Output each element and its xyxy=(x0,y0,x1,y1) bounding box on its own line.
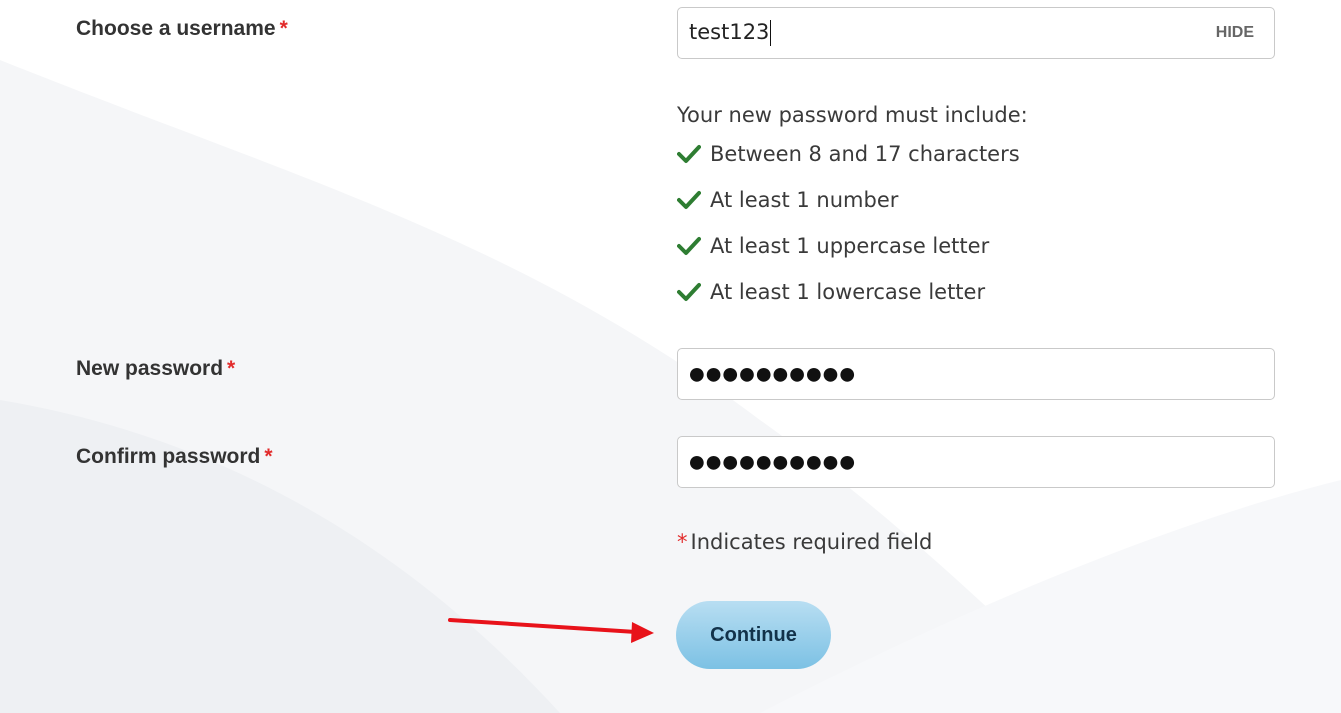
confirm-password-label-text: Confirm password xyxy=(76,445,261,468)
hide-toggle-button[interactable]: HIDE xyxy=(1216,24,1254,42)
checkmark-icon xyxy=(677,237,701,255)
password-rule-text: Between 8 and 17 characters xyxy=(710,142,1020,166)
password-rule: At least 1 lowercase letter xyxy=(677,270,1028,314)
password-rule: Between 8 and 17 characters xyxy=(677,132,1028,176)
password-rule-text: At least 1 lowercase letter xyxy=(710,280,986,304)
username-label: Choose a username * xyxy=(76,17,288,41)
new-password-input[interactable]: ●●●●●●●●●● xyxy=(677,348,1275,400)
required-star: * xyxy=(677,530,688,554)
username-value-text: test123 xyxy=(689,20,770,44)
required-star: * xyxy=(264,445,273,468)
username-input[interactable]: test123 HIDE xyxy=(677,7,1275,59)
password-rule: At least 1 uppercase letter xyxy=(677,224,1028,268)
text-caret xyxy=(770,20,772,46)
confirm-password-label: Confirm password * xyxy=(76,445,273,469)
new-password-label: New password * xyxy=(76,357,235,381)
red-arrow-annotation xyxy=(448,618,654,643)
required-star: * xyxy=(279,17,288,40)
continue-button[interactable]: Continue xyxy=(676,601,831,669)
password-rule-text: At least 1 uppercase letter xyxy=(710,234,990,258)
required-field-note: * Indicates required field xyxy=(677,530,932,554)
confirm-password-input[interactable]: ●●●●●●●●●● xyxy=(677,436,1275,488)
checkmark-icon xyxy=(677,191,701,209)
password-rules: Your new password must include: Between … xyxy=(677,100,1028,314)
new-password-masked-value: ●●●●●●●●●● xyxy=(689,363,857,385)
new-password-label-text: New password xyxy=(76,357,224,380)
password-rule-text: At least 1 number xyxy=(710,188,899,212)
password-rules-title: Your new password must include: xyxy=(677,103,1028,127)
required-star: * xyxy=(227,357,236,380)
checkmark-icon xyxy=(677,145,701,163)
username-input-value: test123 xyxy=(689,20,772,46)
checkmark-icon xyxy=(677,283,701,301)
confirm-password-masked-value: ●●●●●●●●●● xyxy=(689,451,857,473)
password-rule: At least 1 number xyxy=(677,178,1028,222)
username-label-text: Choose a username xyxy=(76,17,276,40)
required-note-text: Indicates required field xyxy=(690,530,933,554)
